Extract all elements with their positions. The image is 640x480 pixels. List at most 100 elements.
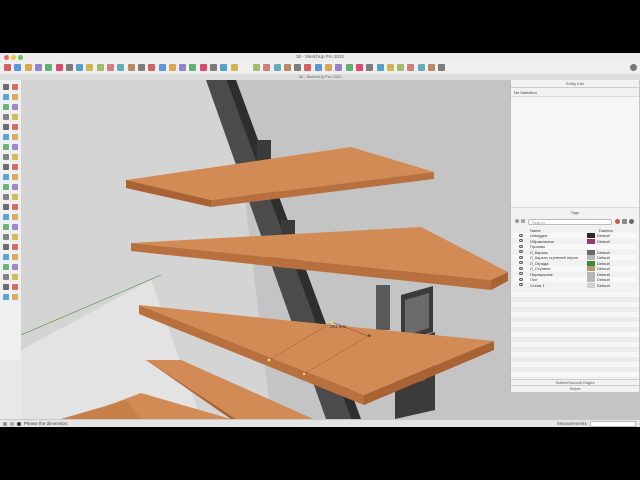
toolbar-tool-icon[interactable] (34, 64, 42, 71)
tag-dashes[interactable]: Default (597, 239, 610, 244)
drawing-tool-icon[interactable] (3, 264, 9, 270)
eye-icon[interactable] (519, 277, 523, 281)
tag-dashes[interactable]: Default (597, 283, 610, 288)
drawing-tool-icon[interactable] (3, 134, 9, 140)
add-folder-icon[interactable] (521, 219, 525, 223)
toolbar-tool-icon[interactable] (304, 64, 312, 71)
tag-dashes[interactable]: Default (597, 250, 610, 255)
eye-icon[interactable] (519, 250, 523, 253)
toolbar-tool-icon[interactable] (355, 64, 363, 71)
drawing-tool-icon[interactable] (12, 224, 18, 230)
drawing-tool-icon[interactable] (12, 214, 18, 220)
tag-options-icon[interactable] (629, 219, 634, 224)
tag-color-swatch[interactable] (587, 271, 595, 277)
toolbar-tool-icon[interactable] (127, 64, 135, 71)
tag-color-swatch[interactable] (587, 244, 595, 249)
toolbar-tool-icon[interactable] (345, 64, 353, 71)
drawing-tool-icon[interactable] (12, 94, 18, 100)
toolbar-tool-icon[interactable] (158, 64, 166, 71)
tag-color-swatch[interactable] (587, 233, 595, 238)
toolbar-tool-icon[interactable] (96, 64, 104, 71)
drawing-tool-icon[interactable] (12, 254, 18, 260)
drawing-tool-icon[interactable] (12, 204, 18, 210)
drawing-tool-icon[interactable] (3, 284, 9, 290)
tag-row[interactable]: Л_Ступени Default (513, 266, 637, 271)
drawing-tool-icon[interactable] (3, 234, 9, 240)
drawing-tool-icon[interactable] (12, 104, 18, 110)
drawing-tool-icon[interactable] (12, 184, 18, 190)
drawing-tool-icon[interactable] (3, 144, 9, 150)
toolbar-tool-icon[interactable] (24, 64, 32, 71)
toolbar-tool-icon[interactable] (189, 64, 197, 71)
tag-row[interactable]: Untagged Default (513, 233, 637, 238)
toolbar-tool-icon[interactable] (283, 64, 291, 71)
tag-row[interactable]: Обрамление Default (513, 238, 637, 244)
toolbar-tool-icon[interactable] (407, 64, 415, 71)
toolbar-tool-icon[interactable] (117, 64, 125, 71)
instructor-icon[interactable] (17, 421, 21, 426)
tag-dashes[interactable]: Default (597, 272, 610, 277)
tag-color-swatch[interactable] (587, 277, 595, 282)
toolbar-tool-icon[interactable] (366, 64, 374, 71)
drawing-tool-icon[interactable] (12, 194, 18, 200)
toolbar-tool-icon[interactable] (210, 64, 217, 71)
drawing-tool-icon[interactable] (12, 134, 18, 140)
toolbar-tool-icon[interactable] (386, 64, 394, 71)
toolbar-tool-icon[interactable] (325, 64, 332, 71)
tag-color-icon[interactable] (615, 219, 620, 224)
toolbar-tool-icon[interactable] (14, 64, 22, 71)
toolbar-tool-icon[interactable] (252, 64, 260, 71)
tag-dashes[interactable]: Default (597, 277, 610, 282)
toolbar-tool-icon[interactable] (65, 64, 73, 71)
drawing-tool-icon[interactable] (12, 294, 18, 300)
drawing-tool-icon[interactable] (3, 124, 9, 130)
toolbar-tool-icon[interactable] (220, 64, 228, 71)
toolbar-tool-icon[interactable] (428, 64, 435, 71)
drawing-tool-icon[interactable] (3, 194, 9, 200)
profile-icon[interactable] (630, 64, 637, 71)
tag-row[interactable]: Л_Ограда Default (513, 260, 637, 266)
tag-search-input[interactable]: Search (528, 219, 612, 225)
toolbar-tool-icon[interactable] (86, 64, 94, 71)
tag-color-swatch[interactable] (587, 255, 595, 260)
info-icon[interactable] (3, 421, 7, 426)
tag-color-swatch[interactable] (587, 238, 595, 244)
drawing-tool-icon[interactable] (12, 164, 18, 170)
drawing-tool-icon[interactable] (12, 174, 18, 180)
drawing-tool-icon[interactable] (3, 114, 9, 120)
tag-row[interactable]: Проемы (513, 244, 637, 249)
eye-icon[interactable] (519, 255, 523, 259)
toolbar-tool-icon[interactable] (45, 64, 53, 71)
tag-color-swatch[interactable] (587, 249, 595, 255)
tag-row[interactable]: Л_Каркас ступеней перил Default (513, 255, 637, 260)
toolbar-tool-icon[interactable] (107, 64, 114, 71)
geo-icon[interactable] (10, 421, 14, 426)
toolbar-tool-icon[interactable] (179, 64, 187, 71)
drawing-tool-icon[interactable] (3, 164, 9, 170)
drawing-tool-icon[interactable] (3, 214, 9, 220)
drawing-tool-icon[interactable] (12, 284, 18, 290)
drawing-tool-icon[interactable] (12, 274, 18, 280)
tag-details-icon[interactable] (622, 219, 627, 224)
toolbar-tool-icon[interactable] (148, 64, 156, 71)
drawing-tool-icon[interactable] (3, 184, 9, 190)
tag-row[interactable]: Л_Каркас Default (513, 249, 637, 255)
toolbar-tool-icon[interactable] (438, 64, 446, 71)
tag-row[interactable]: Стена 1 Default (513, 282, 637, 288)
toolbar-tool-icon[interactable] (76, 64, 84, 71)
tag-row[interactable]: Пол Default (513, 277, 637, 282)
toolbar-tool-icon[interactable] (335, 64, 343, 71)
toolbar-tool-icon[interactable] (168, 64, 176, 71)
drawing-tool-icon[interactable] (3, 254, 9, 260)
drawing-tool-icon[interactable] (12, 124, 18, 130)
drawing-tool-icon[interactable] (12, 84, 18, 90)
tag-dashes[interactable]: Default (597, 261, 610, 266)
toolbar-tool-icon[interactable] (55, 64, 63, 71)
eye-icon[interactable] (519, 272, 523, 275)
drawing-tool-icon[interactable] (3, 224, 9, 230)
drawing-tool-icon[interactable] (12, 234, 18, 240)
drawing-tool-icon[interactable] (12, 144, 18, 150)
document-tab[interactable]: 3d - SketchUp Pro 2022 (0, 74, 640, 79)
drawing-tool-icon[interactable] (3, 154, 9, 160)
drawing-tool-icon[interactable] (3, 244, 9, 250)
